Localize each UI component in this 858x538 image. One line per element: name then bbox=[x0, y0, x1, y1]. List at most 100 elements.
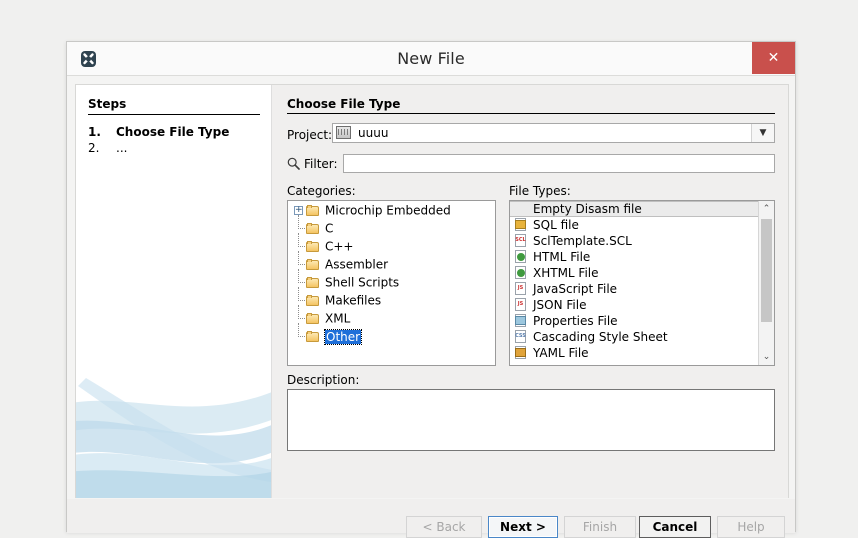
cancel-button[interactable]: Cancel bbox=[639, 516, 711, 538]
tree-connector-icon bbox=[294, 233, 305, 251]
tree-connector-icon bbox=[294, 305, 305, 323]
file-type-label: SQL file bbox=[533, 218, 579, 232]
folder-icon bbox=[306, 204, 320, 217]
project-selected-value: uuuu bbox=[358, 126, 389, 140]
file-types-scrollbar[interactable]: ⌃ ⌄ bbox=[758, 201, 774, 365]
scroll-down-icon[interactable]: ⌄ bbox=[759, 349, 774, 365]
search-icon bbox=[287, 157, 300, 170]
project-icon bbox=[336, 126, 351, 139]
file-type-row-selected[interactable]: Empty Disasm file bbox=[510, 201, 758, 217]
category-label: Other bbox=[323, 328, 363, 345]
json-file-icon: JS bbox=[514, 298, 528, 312]
step-label: ... bbox=[116, 141, 128, 155]
sql-file-icon bbox=[514, 218, 528, 232]
category-label: Assembler bbox=[325, 257, 389, 272]
new-file-dialog: New File ✕ Steps 1. Choose File Type 2. … bbox=[66, 41, 796, 538]
folder-icon bbox=[306, 294, 320, 307]
file-types-label: File Types: bbox=[509, 184, 571, 198]
filter-input[interactable] bbox=[343, 154, 775, 173]
category-row-selected[interactable]: Other bbox=[288, 323, 495, 345]
content-pane: Choose File Type Project: uuuu ▼ Filter:… bbox=[272, 85, 788, 498]
steps-pane: Steps 1. Choose File Type 2. ... bbox=[76, 85, 272, 498]
decorative-swoosh-graphic bbox=[76, 378, 271, 498]
properties-file-icon bbox=[514, 314, 528, 328]
file-type-label: YAML File bbox=[533, 346, 589, 360]
file-type-label: JavaScript File bbox=[533, 282, 618, 296]
category-label: C bbox=[325, 221, 334, 236]
blank-file-icon bbox=[514, 202, 528, 216]
filter-label: Filter: bbox=[304, 157, 338, 171]
chevron-down-icon[interactable]: ▼ bbox=[751, 124, 774, 142]
file-types-items: Empty Disasm file SQL file SCL SclTempla… bbox=[510, 201, 758, 365]
categories-tree[interactable]: + Microchip Embedded C C++ Assembler Shel… bbox=[287, 200, 496, 366]
category-label: Shell Scripts bbox=[325, 275, 400, 290]
description-box bbox=[287, 389, 775, 451]
category-row[interactable]: C++ bbox=[288, 233, 495, 255]
categories-label: Categories: bbox=[287, 184, 356, 198]
expand-plus-icon[interactable]: + bbox=[294, 206, 303, 215]
file-type-row[interactable]: CSS Cascading Style Sheet bbox=[510, 329, 758, 345]
step-number: 2. bbox=[88, 141, 100, 155]
dialog-title: New File bbox=[397, 49, 465, 68]
category-row[interactable]: + Microchip Embedded bbox=[288, 201, 495, 219]
file-types-list[interactable]: Empty Disasm file SQL file SCL SclTempla… bbox=[509, 200, 775, 366]
description-label: Description: bbox=[287, 373, 360, 387]
file-type-label: Empty Disasm file bbox=[533, 202, 642, 216]
file-type-row[interactable]: HTML File bbox=[510, 249, 758, 265]
close-icon[interactable]: ✕ bbox=[752, 42, 795, 74]
html-file-icon bbox=[514, 250, 528, 264]
scrollbar-thumb[interactable] bbox=[761, 219, 772, 322]
folder-icon bbox=[306, 276, 320, 289]
step-label: Choose File Type bbox=[116, 125, 230, 139]
file-type-row[interactable]: YAML File bbox=[510, 345, 758, 361]
tree-connector-icon bbox=[294, 215, 305, 233]
dialog-button-bar: < Back Next > Finish Cancel Help bbox=[67, 499, 795, 538]
category-label: C++ bbox=[325, 239, 354, 254]
category-label: Microchip Embedded bbox=[325, 203, 451, 218]
javascript-file-icon: JS bbox=[514, 282, 528, 296]
steps-heading: Steps bbox=[88, 97, 127, 111]
steps-divider bbox=[88, 114, 260, 115]
file-type-label: SclTemplate.SCL bbox=[533, 234, 632, 248]
scl-file-icon: SCL bbox=[514, 234, 528, 248]
category-label: XML bbox=[325, 311, 351, 326]
folder-icon bbox=[306, 312, 320, 325]
category-row[interactable]: XML bbox=[288, 305, 495, 327]
category-row[interactable]: Shell Scripts bbox=[288, 269, 495, 291]
file-type-label: Cascading Style Sheet bbox=[533, 330, 668, 344]
back-button[interactable]: < Back bbox=[406, 516, 482, 538]
tree-connector-icon bbox=[294, 251, 305, 269]
finish-button[interactable]: Finish bbox=[564, 516, 636, 538]
file-type-row[interactable]: XHTML File bbox=[510, 265, 758, 281]
category-row[interactable]: C bbox=[288, 215, 495, 237]
page-title-divider bbox=[287, 113, 775, 114]
project-select[interactable]: uuuu ▼ bbox=[332, 123, 775, 143]
project-label: Project: bbox=[287, 128, 333, 142]
file-type-row[interactable]: SCL SclTemplate.SCL bbox=[510, 233, 758, 249]
file-type-row[interactable]: JS JSON File bbox=[510, 297, 758, 313]
folder-icon bbox=[306, 258, 320, 271]
yaml-file-icon bbox=[514, 346, 528, 360]
scroll-up-icon[interactable]: ⌃ bbox=[759, 201, 774, 217]
help-button[interactable]: Help bbox=[717, 516, 785, 538]
file-type-label: XHTML File bbox=[533, 266, 599, 280]
next-button[interactable]: Next > bbox=[488, 516, 558, 538]
file-type-label: JSON File bbox=[533, 298, 587, 312]
tree-connector-icon bbox=[294, 323, 305, 341]
folder-icon bbox=[306, 240, 320, 253]
file-type-label: HTML File bbox=[533, 250, 591, 264]
folder-icon bbox=[306, 222, 320, 235]
category-row[interactable]: Makefiles bbox=[288, 287, 495, 309]
file-type-row[interactable]: JS JavaScript File bbox=[510, 281, 758, 297]
xhtml-file-icon bbox=[514, 266, 528, 280]
category-row[interactable]: Assembler bbox=[288, 251, 495, 273]
folder-icon bbox=[306, 330, 320, 343]
step-number: 1. bbox=[88, 125, 101, 139]
dialog-body: Steps 1. Choose File Type 2. ... Choose … bbox=[75, 84, 789, 498]
file-type-row[interactable]: SQL file bbox=[510, 217, 758, 233]
css-file-icon: CSS bbox=[514, 330, 528, 344]
dialog-titlebar: New File ✕ bbox=[67, 42, 795, 76]
file-type-row[interactable]: Properties File bbox=[510, 313, 758, 329]
tree-connector-icon bbox=[294, 287, 305, 305]
tree-connector-icon bbox=[294, 269, 305, 287]
